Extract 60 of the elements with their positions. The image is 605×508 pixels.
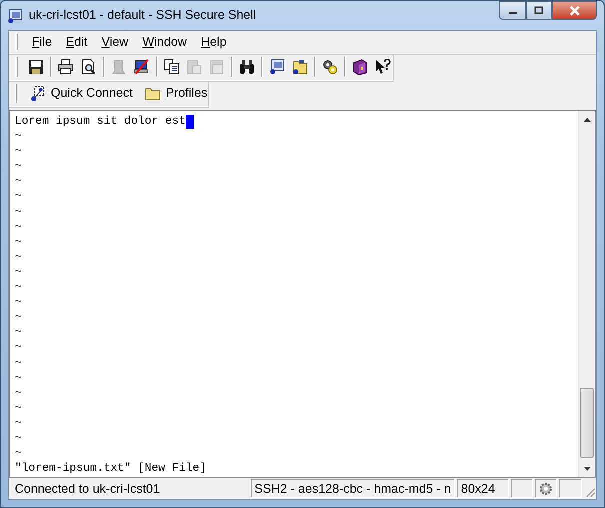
tilde-marker: ~ [15,372,22,387]
folder-icon [144,86,161,102]
tilde-marker: ~ [15,145,22,160]
tilde-marker: ~ [15,250,22,266]
tilde-marker: ~ [15,266,22,281]
scrollbar-thumb[interactable] [580,388,594,458]
tilde-marker: ~ [15,432,22,447]
menu-item[interactable]: Window [136,30,194,54]
close-icon [568,6,580,16]
print-preview-icon[interactable] [80,59,97,75]
minimize-button[interactable] [499,1,526,20]
tilde-marker: ~ [15,190,22,206]
tilde-marker: ~ [15,311,22,326]
close-button[interactable] [552,1,597,20]
tilde-marker: ~ [15,206,22,221]
terminal-line: Lorem ipsum sit dolor est [15,115,186,130]
status-panel [558,479,582,498]
tilde-marker: ~ [15,402,22,417]
terminal-size: 80x24 [457,479,510,498]
disconnect-icon[interactable] [134,59,150,75]
copy-icon[interactable] [164,59,180,75]
tilde-marker: ~ [15,160,22,176]
cipher-status: SSH2 - aes128-cbc - hmac-md5 - n [250,479,456,498]
tilde-marker: ~ [15,281,22,296]
tilde-marker: ~ [15,341,22,356]
tilde-marker: ~ [15,175,22,190]
terminal-line: "lorem-ipsum.txt" [New File] [15,462,206,478]
tilde-marker: ~ [15,386,22,402]
menu-item[interactable]: File [26,30,58,54]
tilde-marker: ~ [15,416,22,432]
quick-connect-button[interactable]: Quick Connect [25,82,138,105]
book-icon[interactable] [352,59,368,75]
terminal-icon[interactable] [269,59,286,75]
profiles-button[interactable]: Profiles [140,82,213,105]
scroll-down-icon[interactable] [584,466,590,470]
status-text: Connected to uk-cri-lcst01 [14,481,162,498]
tilde-marker: ~ [15,130,22,146]
tilde-marker: ~ [15,447,22,462]
menu-item[interactable]: Edit [60,30,94,54]
status-panel [511,479,533,498]
tilde-marker: ~ [15,236,22,251]
gear-icon [538,482,553,496]
gears-icon[interactable] [322,59,338,75]
pointer-question-icon[interactable] [374,59,391,75]
tilde-marker: ~ [15,220,22,236]
maximize-icon [534,6,544,15]
tilde-marker: ~ [15,296,22,312]
menu-item[interactable]: View [96,30,135,54]
window-title: uk-cri-lcst01 - default - SSH Secure Shell [29,7,256,24]
maximize-button[interactable] [526,1,552,20]
app-icon [8,8,24,24]
binoculars-icon[interactable] [238,59,255,75]
scroll-up-icon[interactable] [584,118,590,122]
menu-item[interactable]: Help [195,30,233,54]
save-icon[interactable] [28,59,44,75]
tilde-marker: ~ [15,356,22,372]
file-transfer-icon[interactable] [292,59,308,75]
quick-connect-icon [30,86,46,102]
tilde-marker: ~ [15,326,22,342]
printer-icon[interactable] [58,59,74,75]
